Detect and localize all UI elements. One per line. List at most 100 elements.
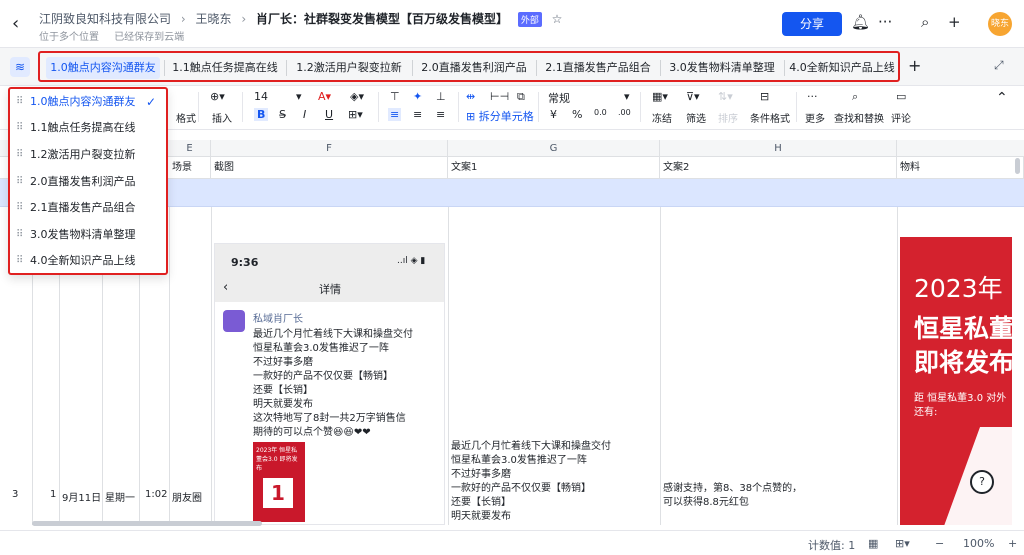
font-color-icon[interactable]: A▾ bbox=[318, 90, 331, 103]
column-header-h[interactable]: H bbox=[660, 140, 897, 157]
tab-1-0[interactable]: 1.0触点内容沟通群友 bbox=[46, 57, 160, 79]
search-icon[interactable]: ⌕ bbox=[921, 13, 929, 31]
grid-view-icon[interactable]: ▦ bbox=[868, 537, 878, 550]
border-icon[interactable]: ⊞▾ bbox=[348, 108, 363, 121]
align-right-icon[interactable]: ≡ bbox=[436, 108, 445, 121]
header-cell-copy2[interactable]: 文案2 bbox=[660, 157, 897, 179]
zoom-level[interactable]: 100% bbox=[963, 537, 994, 550]
number-format-select[interactable]: 常规 bbox=[548, 90, 570, 106]
more-icon[interactable]: ··· bbox=[878, 13, 892, 31]
star-icon[interactable]: ☆ bbox=[552, 12, 563, 26]
freeze-label[interactable]: 冻结 bbox=[652, 110, 672, 125]
sheet-list-item[interactable]: ⠿ 2.1直播发售产品组合 bbox=[10, 195, 166, 221]
column-header-f[interactable]: F bbox=[211, 140, 448, 157]
tab-2-0[interactable]: 2.0直播发售利润产品 bbox=[416, 57, 532, 79]
help-icon[interactable]: ? bbox=[970, 470, 994, 494]
decimal-increase-icon[interactable]: .00 bbox=[618, 108, 631, 117]
breadcrumb-company[interactable]: 江阴致良知科技有限公司 bbox=[39, 12, 171, 26]
cell-time[interactable]: 1:02 bbox=[145, 489, 167, 500]
align-left-icon[interactable]: ≡ bbox=[388, 108, 402, 121]
filter-label[interactable]: 筛选 bbox=[686, 110, 706, 125]
cell-copy2-line[interactable]: 感谢支持，第8、38个点赞的， bbox=[663, 479, 802, 494]
underline-icon[interactable]: U bbox=[325, 108, 333, 121]
sheet-list-item[interactable]: ⠿ 2.0直播发售利润产品 bbox=[10, 169, 166, 195]
cell-num[interactable]: 1 bbox=[50, 489, 56, 500]
align-middle-icon[interactable]: ✦ bbox=[413, 90, 422, 103]
split-cells-button[interactable]: ⊞ 拆分单元格 bbox=[466, 108, 534, 124]
drag-handle-icon[interactable]: ⠿ bbox=[16, 115, 23, 141]
back-icon[interactable]: ‹ bbox=[12, 13, 19, 34]
currency-icon[interactable]: ¥ bbox=[550, 108, 557, 121]
doc-title[interactable]: 肖厂长：社群裂变发售模型【百万级发售模型】 bbox=[256, 12, 508, 26]
cell-copy1-line[interactable]: 不过好事多磨 bbox=[451, 465, 511, 480]
cell-copy1-line[interactable]: 最近几个月忙着线下大课和操盘交付 bbox=[451, 437, 611, 452]
drag-handle-icon[interactable]: ⠿ bbox=[16, 248, 23, 274]
zoom-out-icon[interactable]: − bbox=[935, 537, 944, 550]
header-cell-scene[interactable]: 场景 bbox=[169, 157, 211, 179]
breadcrumb-owner[interactable]: 王晓东 bbox=[195, 12, 231, 26]
column-header-g[interactable]: G bbox=[448, 140, 660, 157]
format-label[interactable]: 格式 bbox=[176, 110, 196, 125]
row-number[interactable]: 3 bbox=[12, 489, 18, 500]
sheet-list-item[interactable]: ⠿ 1.2激活用户裂变拉新 bbox=[10, 142, 166, 168]
layers-icon[interactable]: ≋ bbox=[10, 57, 30, 77]
freeze-icon[interactable]: ▦▾ bbox=[652, 90, 668, 103]
cell-copy1-line[interactable]: 还要【长销】 bbox=[451, 493, 511, 508]
percent-icon[interactable]: % bbox=[572, 108, 582, 121]
header-cell-material[interactable]: 物料 bbox=[897, 157, 1024, 179]
chevron-down-icon[interactable]: ▾ bbox=[296, 90, 302, 103]
tab-2-1[interactable]: 2.1直播发售产品组合 bbox=[540, 57, 656, 79]
layout-icon[interactable]: ⊞▾ bbox=[895, 537, 910, 550]
header-cell-copy1[interactable]: 文案1 bbox=[448, 157, 660, 179]
share-button[interactable]: 分享 bbox=[782, 12, 842, 36]
cell-copy1-line[interactable]: 一款好的产品不仅仅要【畅销】 bbox=[451, 479, 591, 494]
drag-handle-icon[interactable]: ⠿ bbox=[16, 169, 23, 195]
add-icon[interactable]: + bbox=[948, 13, 961, 31]
screenshot-image[interactable]: 9:36 ..ıl ◈ ▮ ‹ 详情 私域肖厂长 最近几个月忙着线下大课和操盘交… bbox=[214, 243, 445, 525]
horizontal-scrollbar[interactable] bbox=[32, 521, 262, 526]
sort-label[interactable]: 排序 bbox=[718, 110, 738, 125]
avatar[interactable]: 晓东 bbox=[988, 12, 1012, 36]
sort-icon[interactable]: ⇅▾ bbox=[718, 90, 733, 103]
find-replace-icon[interactable]: ⌕ bbox=[852, 90, 858, 104]
zoom-in-icon[interactable]: + bbox=[1008, 537, 1017, 550]
vertical-scrollbar[interactable] bbox=[1015, 158, 1020, 174]
cell-weekday[interactable]: 星期一 bbox=[105, 489, 135, 504]
align-center-icon[interactable]: ≡ bbox=[413, 108, 422, 121]
wrap-icon[interactable]: ⧉ bbox=[517, 90, 525, 104]
comment-label[interactable]: 评论 bbox=[891, 110, 911, 125]
chevron-down-icon[interactable]: ▾ bbox=[624, 90, 630, 103]
tab-4-0[interactable]: 4.0全新知识产品上线 bbox=[788, 57, 896, 79]
merge-icon[interactable]: ⇹ bbox=[466, 90, 475, 103]
location-text[interactable]: 位于多个位置 bbox=[39, 32, 99, 43]
font-size-select[interactable]: 14 bbox=[254, 90, 268, 103]
collapse-toolbar-icon[interactable]: ⌃ bbox=[996, 90, 1008, 106]
strikethrough-icon[interactable]: S̶ bbox=[279, 108, 286, 121]
cell-copy2-line[interactable]: 可以获得8.8元红包 bbox=[663, 493, 749, 508]
more-label[interactable]: 更多 bbox=[805, 110, 825, 125]
add-sheet-icon[interactable]: + bbox=[908, 56, 921, 75]
split-col-icon[interactable]: ⊢⊣ bbox=[490, 90, 509, 103]
column-header-e[interactable]: E bbox=[169, 140, 211, 157]
sheet-list-item[interactable]: ⠿ 4.0全新知识产品上线 bbox=[10, 248, 166, 274]
filter-icon[interactable]: ⊽▾ bbox=[686, 90, 700, 103]
cell-date[interactable]: 9月11日 bbox=[62, 489, 101, 504]
align-bottom-icon[interactable]: ⊥ bbox=[436, 90, 446, 103]
decimal-decrease-icon[interactable]: 0.0 bbox=[594, 108, 607, 117]
tab-1-2[interactable]: 1.2激活用户裂变拉新 bbox=[290, 57, 408, 79]
cond-format-label[interactable]: 条件格式 bbox=[750, 110, 790, 125]
drag-handle-icon[interactable]: ⠿ bbox=[16, 222, 23, 248]
sheet-list-item[interactable]: ⠿ 1.0触点内容沟通群友 ✓ bbox=[10, 89, 166, 115]
more-icon[interactable]: ··· bbox=[807, 90, 818, 103]
insert-icon[interactable]: ⊕▾ bbox=[210, 90, 225, 103]
drag-handle-icon[interactable]: ⠿ bbox=[16, 89, 23, 115]
drag-handle-icon[interactable]: ⠿ bbox=[16, 142, 23, 168]
cell-copy1-line[interactable]: 明天就要发布 bbox=[451, 507, 511, 522]
align-top-icon[interactable]: ⊤ bbox=[390, 90, 400, 103]
sheet-list-item[interactable]: ⠿ 3.0发售物料清单整理 bbox=[10, 222, 166, 248]
header-cell-screenshot[interactable]: 截图 bbox=[211, 157, 448, 179]
fill-color-icon[interactable]: ◈▾ bbox=[350, 90, 364, 103]
cell-copy1-line[interactable]: 恒星私董会3.0发售推迟了一阵 bbox=[451, 451, 587, 466]
expand-icon[interactable]: ⤢ bbox=[994, 58, 1004, 73]
comment-icon[interactable]: ▭ bbox=[896, 90, 906, 103]
